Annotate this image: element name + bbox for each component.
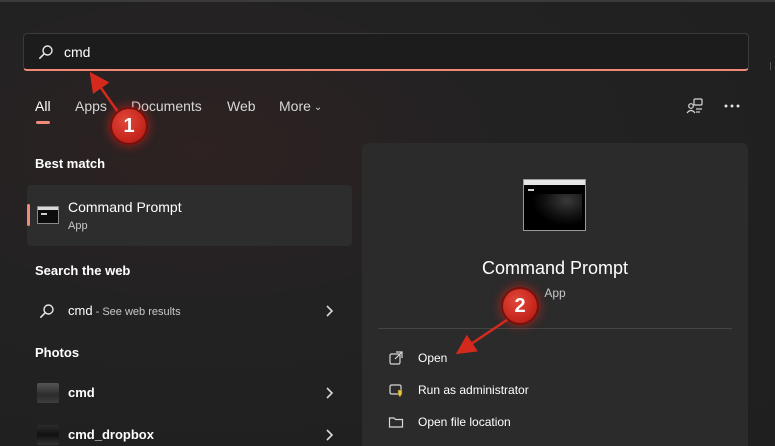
search-input[interactable] — [64, 40, 704, 64]
chevron-right-icon — [326, 387, 334, 399]
tab-apps[interactable]: Apps — [75, 98, 107, 114]
tab-all[interactable]: All — [35, 98, 51, 114]
run-as-admin-action[interactable]: Run as administrator — [388, 379, 718, 403]
tab-more[interactable]: More ⌄ — [279, 98, 322, 114]
window-top-edge — [0, 0, 775, 2]
photo-result-label: cmd_dropbox — [68, 427, 154, 442]
search-icon — [40, 304, 54, 318]
callout-badge-2: 2 — [503, 289, 537, 323]
app-detail-panel: Command Prompt App Open Run as administr… — [362, 143, 748, 446]
open-action-label: Open — [418, 351, 448, 365]
photo-thumbnail — [37, 425, 59, 445]
active-tab-indicator — [36, 121, 50, 124]
search-bar[interactable] — [23, 33, 749, 71]
account-switch-icon[interactable] — [686, 98, 704, 114]
best-match-title: Command Prompt — [68, 199, 182, 215]
more-options-icon[interactable] — [723, 98, 741, 114]
icon-titlebar — [524, 180, 585, 185]
run-as-admin-label: Run as administrator — [418, 383, 529, 397]
detail-title: Command Prompt — [481, 258, 629, 278]
selection-indicator — [27, 204, 30, 226]
icon-screen — [532, 194, 582, 226]
photo-result-row[interactable]: cmd_dropbox — [27, 418, 352, 446]
folder-icon — [388, 417, 404, 428]
search-icon — [39, 45, 53, 59]
search-web-heading: Search the web — [35, 263, 131, 278]
best-match-heading: Best match — [35, 156, 106, 171]
photo-result-label: cmd — [68, 385, 95, 400]
tab-web[interactable]: Web — [227, 98, 256, 114]
chevron-right-icon — [326, 429, 334, 441]
tab-documents[interactable]: Documents — [131, 98, 202, 114]
open-action[interactable]: Open — [388, 347, 718, 371]
web-result-suffix: - See web results — [92, 306, 181, 318]
web-result-query: cmd — [68, 303, 93, 318]
callout-badge-1: 1 — [112, 109, 146, 143]
detail-subtitle: App — [544, 286, 566, 300]
chevron-down-icon: ⌄ — [313, 102, 323, 113]
best-match-subtitle: App — [68, 220, 88, 232]
best-match-result[interactable]: Command Prompt App — [27, 185, 352, 246]
open-external-icon — [389, 351, 403, 365]
web-result-row[interactable]: cmd - See web results — [27, 294, 352, 328]
detail-divider — [378, 328, 732, 329]
chevron-right-icon — [326, 305, 334, 317]
web-result-label: cmd - See web results — [68, 303, 181, 318]
icon-prompt-cursor — [528, 189, 534, 191]
open-file-location-label: Open file location — [418, 415, 511, 429]
shield-admin-icon — [389, 384, 403, 398]
photos-heading: Photos — [35, 345, 80, 360]
command-prompt-icon — [37, 206, 59, 224]
windows-search-window: All Apps Documents Web More⌄ Best match … — [0, 0, 775, 446]
tab-more-label: More — [279, 98, 311, 114]
photo-thumbnail — [37, 383, 59, 403]
open-file-location-action[interactable]: Open file location — [388, 411, 718, 435]
command-prompt-icon — [523, 179, 586, 231]
photo-result-row[interactable]: cmd — [27, 376, 352, 410]
scroll-edge — [770, 62, 775, 70]
